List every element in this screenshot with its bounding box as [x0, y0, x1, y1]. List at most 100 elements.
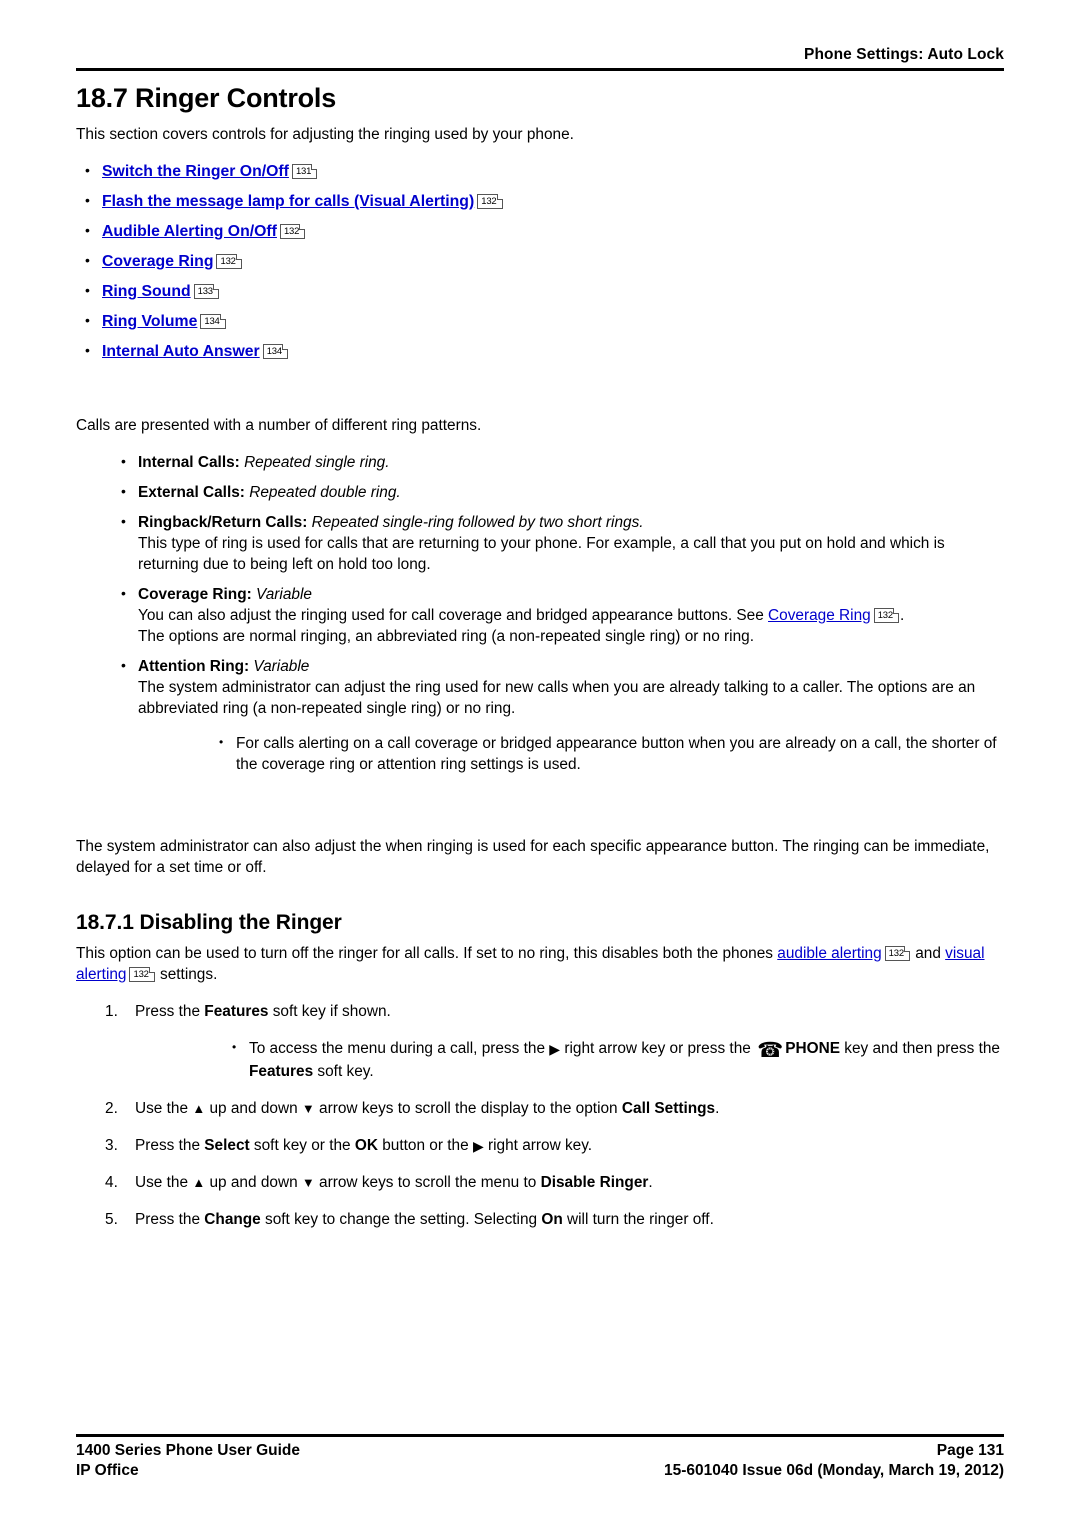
link-ring-sound[interactable]: Ring Sound	[102, 283, 191, 300]
substep-text-d: key and then press the	[840, 1040, 1000, 1057]
list-item-ringback-return-calls: Ringback/Return Calls: Repeated single-r…	[112, 511, 1004, 575]
list-item-internal-calls: Internal Calls: Repeated single ring.	[112, 451, 1004, 473]
softkey-change: Change	[204, 1211, 261, 1228]
right-arrow-icon: ▶	[472, 1138, 484, 1154]
link-coverage-ring[interactable]: Coverage Ring	[102, 253, 213, 270]
step-text-pre: Press the	[135, 1137, 205, 1154]
footer-divider	[76, 1434, 1004, 1437]
link-audible-alerting-on-off[interactable]: Audible Alerting On/Off	[102, 223, 277, 240]
phone-key-label: PHONE	[785, 1040, 840, 1057]
step-text-post: right arrow key.	[483, 1137, 593, 1154]
step-4: Use the ▲ up and down ▼ arrow keys to sc…	[105, 1172, 1004, 1193]
pattern-value: Repeated double ring.	[249, 484, 401, 501]
footer-product-name: IP Office	[76, 1462, 139, 1479]
pattern-body-post: .	[899, 607, 905, 624]
step-2: Use the ▲ up and down ▼ arrow keys to sc…	[105, 1098, 1004, 1119]
list-item[interactable]: Internal Auto Answer134	[76, 340, 1004, 362]
step-text-pre: Use the	[135, 1100, 193, 1117]
step-text-post: soft key if shown.	[268, 1003, 391, 1020]
page-ref-chip[interactable]: 132	[884, 946, 910, 961]
page-ref-chip[interactable]: 134	[262, 344, 288, 359]
section-link-list: Switch the Ringer On/Off131 Flash the me…	[76, 160, 1004, 362]
page-ref-chip[interactable]: 132	[216, 254, 242, 269]
phone-icon: ☎	[757, 1039, 784, 1062]
footer-row-2: IP Office 15-601040 Issue 06d (Monday, M…	[76, 1461, 1004, 1481]
list-item-coverage-ring: Coverage Ring: Variable You can also adj…	[112, 583, 1004, 647]
list-item[interactable]: Audible Alerting On/Off132	[76, 220, 1004, 242]
pattern-body-pre: You can also adjust the ringing used for…	[138, 607, 769, 624]
pattern-term: Attention Ring:	[138, 658, 250, 675]
intro-pre-text: This option can be used to turn off the …	[76, 945, 778, 962]
pattern-term: Ringback/Return Calls:	[138, 514, 308, 531]
disable-ringer-steps: Press the Features soft key if shown. To…	[105, 1001, 1004, 1230]
intro-mid-text: and	[910, 945, 946, 962]
down-arrow-icon: ▼	[301, 1175, 315, 1190]
breadcrumb: Phone Settings: Auto Lock	[804, 46, 1004, 63]
page-ref-chip[interactable]: 131	[291, 164, 318, 179]
step-1: Press the Features soft key if shown. To…	[105, 1001, 1004, 1082]
substep-text-f: soft key.	[313, 1063, 374, 1080]
ring-patterns-intro: Calls are presented with a number of dif…	[76, 417, 482, 434]
list-item-external-calls: External Calls: Repeated double ring.	[112, 481, 1004, 503]
document-page: Phone Settings: Auto Lock 18.7 Ringer Co…	[0, 0, 1080, 1528]
substep-text-a: To access the menu during a call, press …	[249, 1040, 550, 1057]
step-text-pre: Press the	[135, 1003, 205, 1020]
page-ref-chip[interactable]: 134	[200, 314, 226, 329]
pattern-term: External Calls:	[138, 484, 245, 501]
button-ok: OK	[354, 1137, 378, 1154]
up-arrow-icon: ▲	[192, 1175, 206, 1190]
step-text-post: .	[648, 1174, 653, 1191]
step-text-mid1: up and down	[205, 1100, 302, 1117]
page-header: Phone Settings: Auto Lock	[76, 46, 1004, 71]
step-1-substeps: To access the menu during a call, press …	[223, 1037, 1004, 1082]
subsection-intro: This option can be used to turn off the …	[76, 943, 1004, 985]
list-item[interactable]: Ring Sound133	[76, 280, 1004, 302]
header-divider	[76, 68, 1004, 71]
page-ref-chip[interactable]: 132	[477, 194, 503, 209]
page-ref-chip[interactable]: 132	[279, 224, 306, 239]
step-text-post: will turn the ringer off.	[562, 1211, 714, 1228]
pattern-body: This type of ring is used for calls that…	[138, 535, 945, 573]
step-text-pre: Use the	[135, 1174, 193, 1191]
page-title: 18.7 Ringer Controls	[76, 83, 337, 113]
list-item[interactable]: Flash the message lamp for calls (Visual…	[76, 190, 1004, 212]
link-coverage-ring-inline[interactable]: Coverage Ring	[768, 607, 871, 624]
list-item: To access the menu during a call, press …	[223, 1037, 1004, 1082]
page-content: 18.7 Ringer Controls This section covers…	[76, 74, 1004, 1246]
pattern-value: Repeated single-ring followed by two sho…	[311, 514, 644, 531]
setting-value-on: On	[541, 1211, 563, 1228]
page-ref-chip[interactable]: 132	[873, 608, 899, 623]
link-flash-the-message-lamp[interactable]: Flash the message lamp for calls (Visual…	[102, 193, 474, 210]
menu-option-call-settings: Call Settings	[621, 1100, 716, 1117]
step-text-mid2: arrow keys to scroll the menu to	[314, 1174, 541, 1191]
step-text-mid1: soft key to change the setting. Selectin…	[260, 1211, 542, 1228]
section-intro: This section covers controls for adjusti…	[76, 126, 574, 143]
step-3: Press the Select soft key or the OK butt…	[105, 1135, 1004, 1156]
link-switch-the-ringer-on-off[interactable]: Switch the Ringer On/Off	[102, 163, 289, 180]
list-item[interactable]: Coverage Ring132	[76, 250, 1004, 272]
page-ref-chip[interactable]: 132	[129, 967, 155, 982]
right-arrow-icon: ▶	[549, 1041, 561, 1057]
list-item[interactable]: Ring Volume134	[76, 310, 1004, 332]
softkey-features: Features	[204, 1003, 269, 1020]
up-arrow-icon: ▲	[192, 1101, 206, 1116]
step-text-mid2: arrow keys to scroll the display to the …	[314, 1100, 622, 1117]
pattern-body-line2: The options are normal ringing, an abbre…	[138, 628, 754, 645]
step-5: Press the Change soft key to change the …	[105, 1209, 1004, 1230]
page-footer: 1400 Series Phone User Guide Page 131 IP…	[76, 1434, 1004, 1481]
substep-text-b: right arrow key or press the	[560, 1040, 756, 1057]
link-internal-auto-answer[interactable]: Internal Auto Answer	[102, 343, 260, 360]
footer-guide-title: 1400 Series Phone User Guide	[76, 1442, 300, 1459]
footer-row-1: 1400 Series Phone User Guide Page 131	[76, 1441, 1004, 1461]
attention-ring-subbullets: For calls alerting on a call coverage or…	[210, 732, 1004, 775]
page-ref-chip[interactable]: 133	[193, 284, 219, 299]
step-text-mid2: button or the	[377, 1137, 473, 1154]
pattern-body: The system administrator can adjust the …	[138, 679, 976, 717]
pattern-term: Internal Calls:	[138, 454, 240, 471]
link-ring-volume[interactable]: Ring Volume	[102, 313, 197, 330]
closing-paragraph: The system administrator can also adjust…	[76, 838, 990, 876]
step-text-pre: Press the	[135, 1211, 205, 1228]
list-item[interactable]: Switch the Ringer On/Off131	[76, 160, 1004, 182]
step-text-mid1: soft key or the	[249, 1137, 355, 1154]
link-audible-alerting[interactable]: audible alerting	[777, 945, 881, 962]
